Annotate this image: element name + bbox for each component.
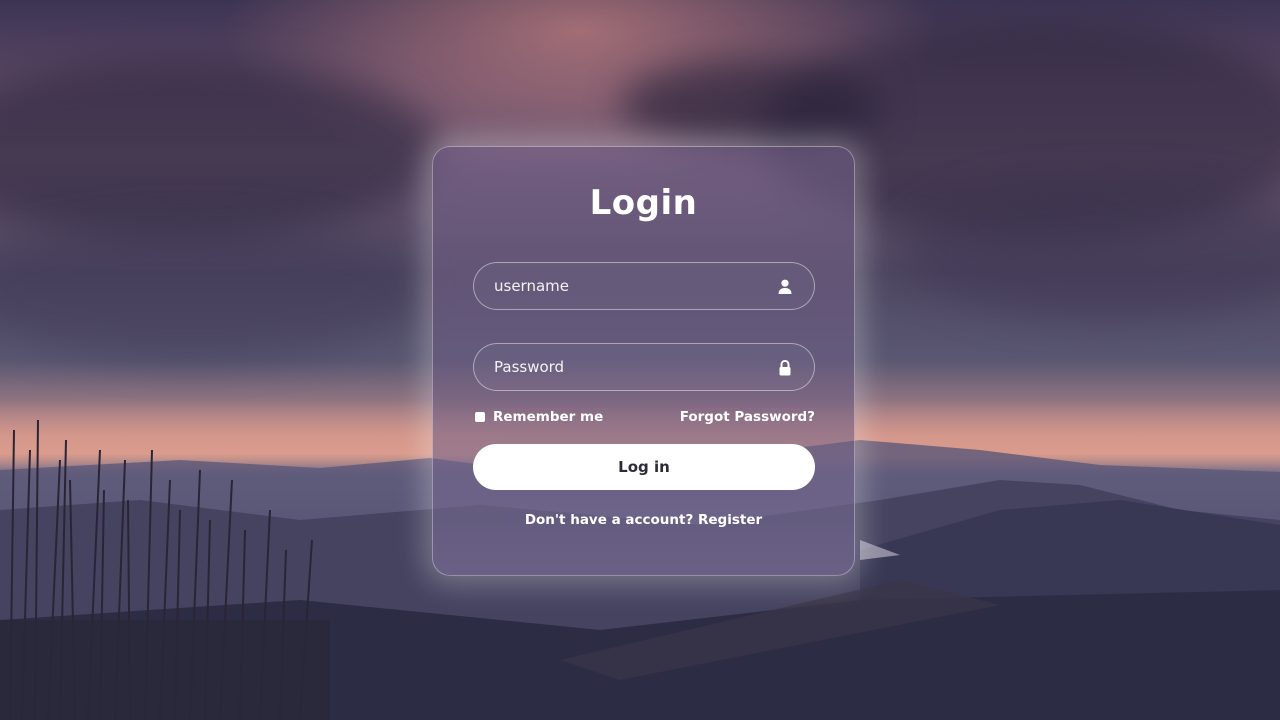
password-input[interactable] (494, 344, 764, 390)
password-field[interactable] (473, 343, 815, 391)
lock-icon (779, 359, 791, 376)
register-link[interactable]: Register (698, 512, 762, 528)
remember-me[interactable]: Remember me (475, 409, 603, 425)
login-card: Login Remember me Forgot Password? Log i… (432, 146, 855, 576)
cloud (620, 60, 880, 150)
login-title: Login (589, 183, 698, 223)
remember-label: Remember me (493, 409, 604, 425)
options-row: Remember me Forgot Password? (473, 409, 815, 429)
cloud (900, 180, 1280, 320)
cloud (0, 220, 420, 360)
username-input[interactable] (494, 263, 764, 309)
remember-checkbox[interactable] (475, 412, 485, 422)
username-field[interactable] (473, 262, 815, 310)
reeds-foreground (0, 420, 330, 720)
background-scene: Login Remember me Forgot Password? Log i… (0, 0, 1280, 720)
forgot-password-link[interactable]: Forgot Password? (680, 409, 815, 425)
user-icon (778, 279, 792, 294)
login-button[interactable]: Log in (473, 444, 815, 490)
register-prompt: Don't have a account? (524, 512, 698, 528)
register-row: Don't have a account? Register (433, 512, 854, 528)
